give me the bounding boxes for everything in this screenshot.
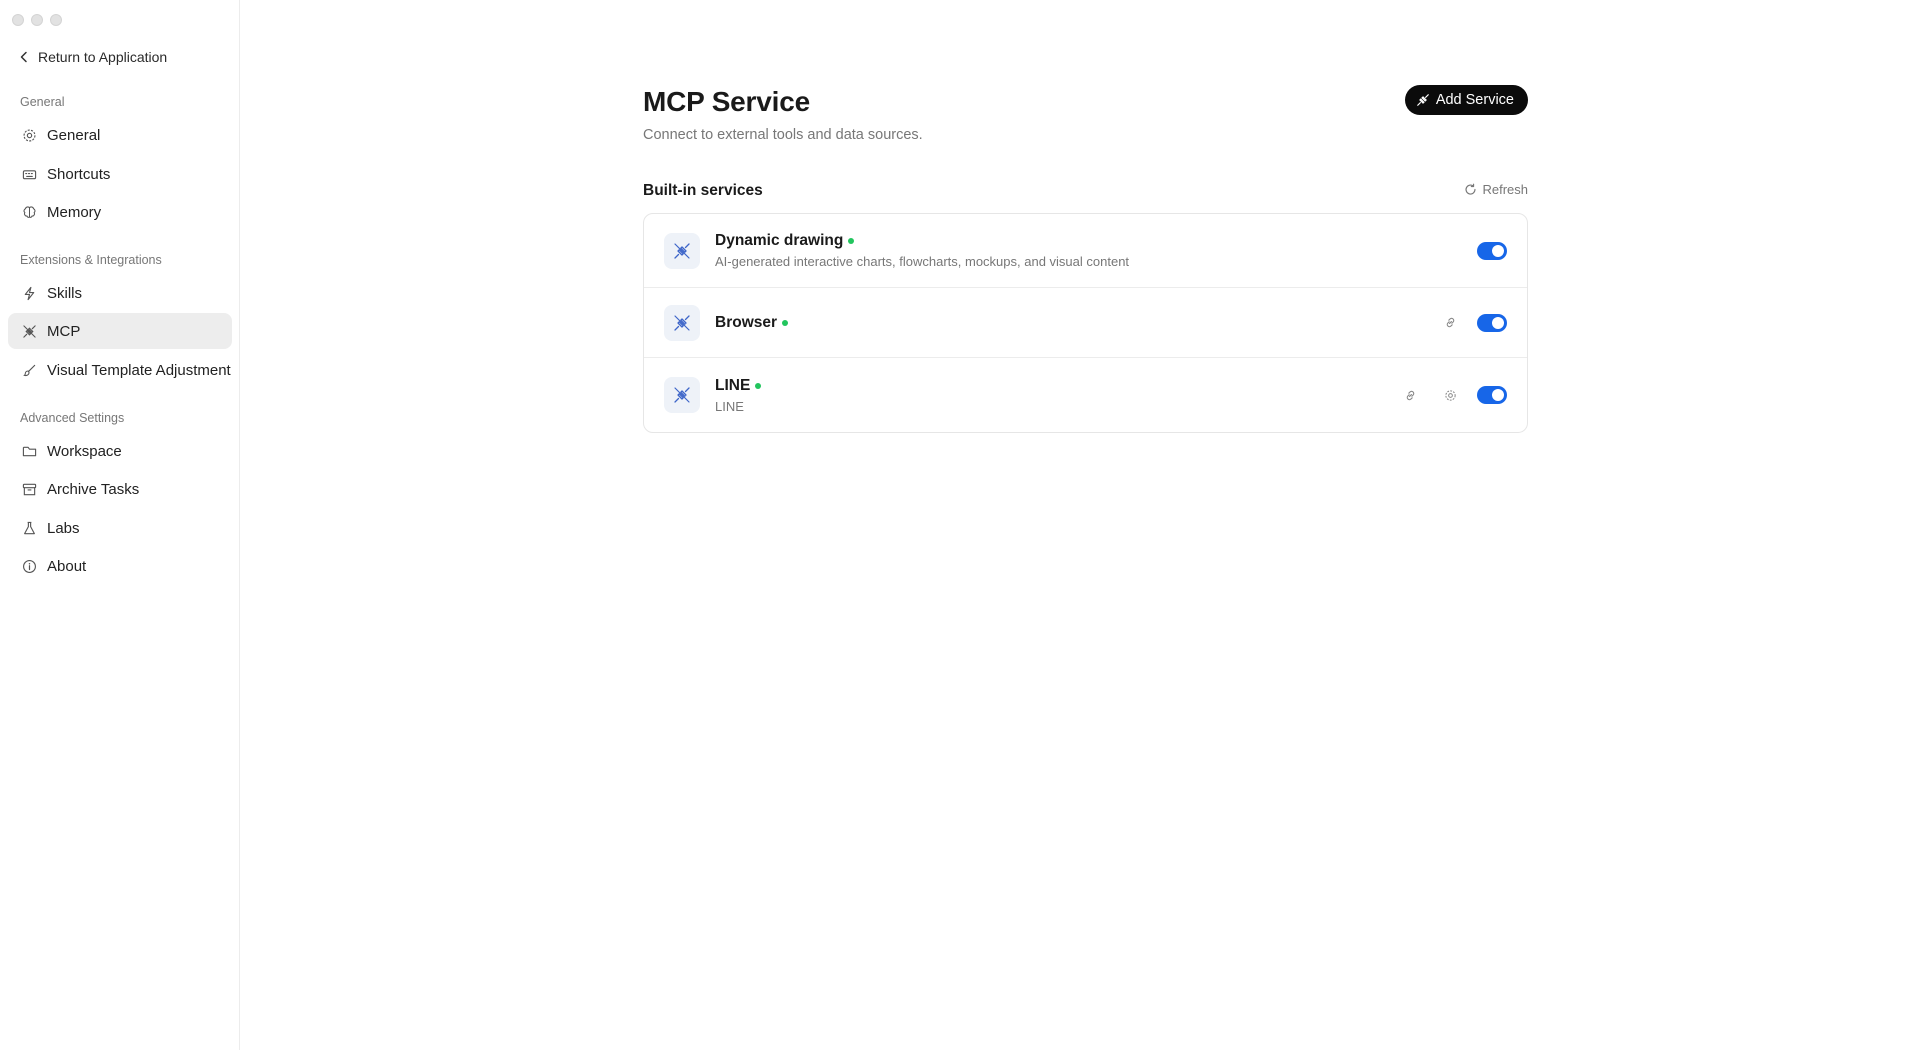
sidebar-item-skills[interactable]: Skills: [8, 275, 232, 311]
section-title-general: General: [20, 95, 65, 109]
bolt-icon: [21, 285, 37, 301]
folder-icon: [21, 443, 37, 459]
minimize-window-button[interactable]: [31, 14, 43, 26]
sidebar-item-label: Visual Template Adjustment: [47, 361, 231, 379]
sidebar-item-label: About: [47, 557, 87, 575]
sidebar-item-general[interactable]: General: [8, 117, 232, 153]
sidebar-item-mcp[interactable]: MCP: [8, 313, 232, 349]
service-row-line: LINE LINE: [644, 358, 1527, 432]
keyboard-icon: [21, 166, 37, 182]
service-enable-toggle[interactable]: [1477, 313, 1507, 332]
return-to-application-link[interactable]: Return to Application: [18, 49, 167, 65]
flask-icon: [21, 520, 37, 536]
service-name: Browser: [715, 313, 778, 331]
sidebar-item-label: Labs: [47, 519, 80, 537]
add-service-label: Add Service: [1435, 92, 1514, 108]
brush-icon: [21, 362, 37, 378]
page-subtitle: Connect to external tools and data sourc…: [643, 127, 923, 143]
services-list: Dynamic drawing AI-generated interactive…: [643, 213, 1528, 433]
status-online-dot: [755, 382, 762, 389]
refresh-icon: [1465, 183, 1477, 195]
sidebar-item-labs[interactable]: Labs: [8, 510, 232, 546]
sidebar-item-about[interactable]: About: [8, 548, 232, 584]
sidebar-item-label: General: [47, 126, 101, 144]
sidebar-item-label: Skills: [47, 284, 83, 302]
gear-icon[interactable]: [1437, 382, 1463, 408]
close-window-button[interactable]: [12, 14, 24, 26]
sidebar-item-archive-tasks[interactable]: Archive Tasks: [8, 471, 232, 507]
sidebar-item-workspace[interactable]: Workspace: [8, 433, 232, 469]
service-description: AI-generated interactive charts, flowcha…: [715, 254, 1130, 269]
info-icon: [21, 558, 37, 574]
status-online-dot: [782, 319, 789, 326]
link-icon[interactable]: [1397, 382, 1423, 408]
sidebar-item-label: Workspace: [47, 442, 122, 460]
sidebar-item-visual-template-adjustment[interactable]: Visual Template Adjustment: [8, 352, 232, 388]
service-plug-icon: [664, 232, 700, 269]
service-name: Dynamic drawing: [715, 232, 844, 249]
refresh-label: Refresh: [1482, 182, 1528, 197]
window-controls: [12, 14, 62, 26]
section-title-advanced: Advanced Settings: [20, 411, 125, 425]
service-name: LINE: [715, 376, 751, 394]
page-title: MCP Service: [643, 86, 810, 117]
return-label: Return to Application: [38, 49, 168, 65]
add-service-button[interactable]: Add Service: [1404, 85, 1528, 115]
service-plug-icon: [664, 377, 700, 413]
link-icon[interactable]: [1437, 310, 1463, 336]
service-row-dynamic-drawing: Dynamic drawing AI-generated interactive…: [644, 214, 1527, 288]
plug-icon: [21, 323, 37, 339]
service-enable-toggle[interactable]: [1477, 241, 1507, 260]
section-title-extensions: Extensions & Integrations: [20, 253, 162, 267]
gear-icon: [21, 127, 37, 143]
service-plug-icon: [664, 304, 700, 341]
service-row-browser: Browser: [644, 288, 1527, 358]
chevron-left-icon: [20, 51, 27, 63]
status-online-dot: [848, 238, 855, 244]
sidebar-item-label: Archive Tasks: [47, 480, 140, 498]
refresh-button[interactable]: Refresh: [1464, 182, 1528, 197]
sidebar-item-label: MCP: [47, 322, 81, 340]
archive-icon: [21, 481, 37, 497]
sidebar-item-shortcuts[interactable]: Shortcuts: [8, 156, 232, 192]
sidebar-item-label: Shortcuts: [47, 165, 111, 183]
plug-icon: [1416, 94, 1429, 106]
service-description: LINE: [715, 398, 744, 414]
settings-sidebar: Return to Application General General Sh…: [0, 0, 240, 1050]
service-enable-toggle[interactable]: [1477, 386, 1507, 404]
sidebar-item-memory[interactable]: Memory: [8, 194, 232, 230]
maximize-window-button[interactable]: [50, 14, 62, 26]
sidebar-item-label: Memory: [47, 203, 102, 221]
brain-icon: [21, 204, 37, 220]
built-in-services-heading: Built-in services: [643, 182, 763, 199]
